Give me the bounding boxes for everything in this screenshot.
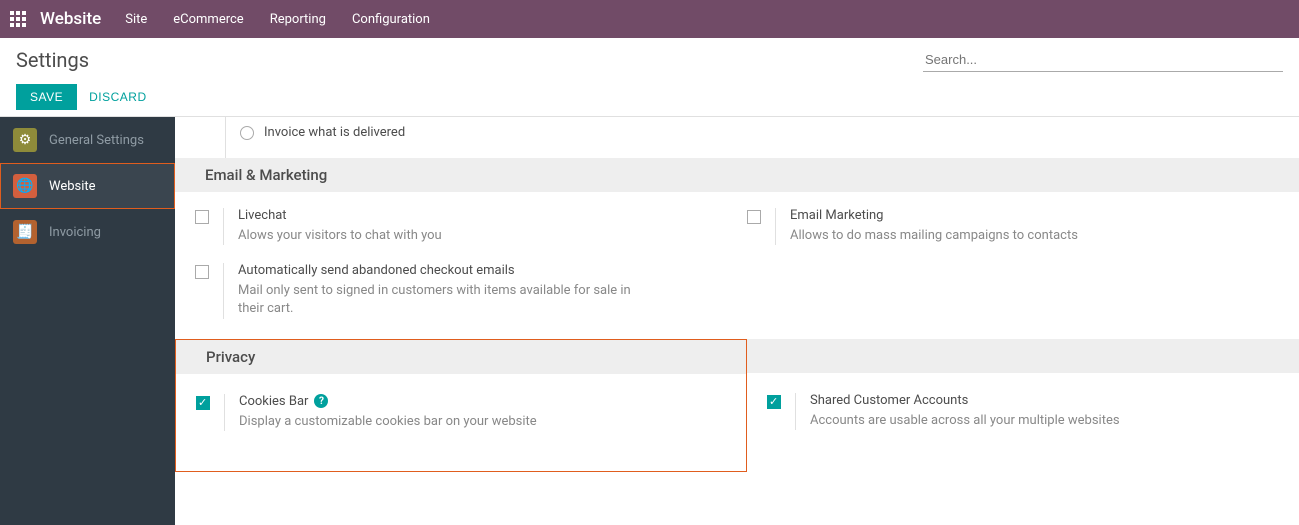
menu-configuration[interactable]: Configuration	[352, 12, 430, 27]
brand-title: Website	[40, 9, 101, 29]
setting-title: Email Marketing	[790, 208, 1078, 223]
menu-reporting[interactable]: Reporting	[270, 12, 326, 27]
privacy-highlight-box: Privacy Cookies Bar ? Display a customiz…	[175, 339, 747, 472]
setting-cookies-bar: Cookies Bar ? Display a customizable coo…	[196, 394, 726, 431]
control-panel: Settings SAVE DISCARD	[0, 38, 1299, 117]
checkbox-email-marketing[interactable]	[747, 210, 761, 224]
menu-site[interactable]: Site	[125, 12, 147, 27]
checkbox-cookies-bar[interactable]	[196, 396, 210, 410]
sidebar-item-label: General Settings	[49, 133, 144, 148]
checkbox-shared-accounts[interactable]	[767, 395, 781, 409]
setting-desc: Display a customizable cookies bar on yo…	[239, 413, 537, 431]
setting-title: Automatically send abandoned checkout em…	[238, 263, 658, 278]
settings-sidebar: ⚙ General Settings 🌐 Website 🧾 Invoicing	[0, 117, 175, 525]
radio-label: Invoice what is delivered	[264, 125, 405, 140]
radio-invoice-delivered[interactable]	[240, 126, 254, 140]
sidebar-item-website[interactable]: 🌐 Website	[0, 163, 175, 209]
setting-title: Livechat	[238, 208, 442, 223]
setting-desc: Mail only sent to signed in customers wi…	[238, 282, 658, 318]
menu-ecommerce[interactable]: eCommerce	[173, 12, 243, 27]
section-header-email: Email & Marketing	[175, 158, 1299, 192]
help-icon[interactable]: ?	[314, 394, 328, 408]
settings-content: Invoice what is delivered Email & Market…	[175, 117, 1299, 525]
setting-desc: Accounts are usable across all your mult…	[810, 412, 1120, 430]
setting-desc: Allows to do mass mailing campaigns to c…	[790, 227, 1078, 245]
setting-desc: Alows your visitors to chat with you	[238, 227, 442, 245]
setting-livechat: Livechat Alows your visitors to chat wit…	[195, 208, 727, 245]
sidebar-item-label: Invoicing	[49, 225, 101, 240]
top-nav: Website Site eCommerce Reporting Configu…	[0, 0, 1299, 38]
setting-title: Shared Customer Accounts	[810, 393, 1120, 408]
setting-shared-accounts: Shared Customer Accounts Accounts are us…	[767, 393, 1279, 430]
section-header-privacy: Privacy	[176, 340, 746, 374]
apps-icon[interactable]	[10, 11, 26, 27]
setting-title-text: Cookies Bar	[239, 394, 308, 409]
search-input[interactable]	[923, 48, 1283, 72]
page-title: Settings	[16, 48, 89, 72]
globe-icon: 🌐	[13, 174, 37, 198]
setting-title: Cookies Bar ?	[239, 394, 537, 409]
invoice-radio-row: Invoice what is delivered	[225, 117, 1299, 158]
section-header-privacy-ext	[747, 339, 1299, 373]
gear-icon: ⚙	[13, 128, 37, 152]
document-icon: 🧾	[13, 220, 37, 244]
discard-button[interactable]: DISCARD	[89, 90, 147, 104]
setting-abandoned-checkout: Automatically send abandoned checkout em…	[195, 263, 727, 318]
sidebar-item-label: Website	[49, 179, 96, 194]
checkbox-livechat[interactable]	[195, 210, 209, 224]
setting-email-marketing: Email Marketing Allows to do mass mailin…	[747, 208, 1279, 245]
sidebar-item-invoicing[interactable]: 🧾 Invoicing	[0, 209, 175, 255]
checkbox-abandoned-checkout[interactable]	[195, 265, 209, 279]
menu-bar: Site eCommerce Reporting Configuration	[125, 12, 430, 27]
sidebar-item-general[interactable]: ⚙ General Settings	[0, 117, 175, 163]
save-button[interactable]: SAVE	[16, 84, 77, 110]
